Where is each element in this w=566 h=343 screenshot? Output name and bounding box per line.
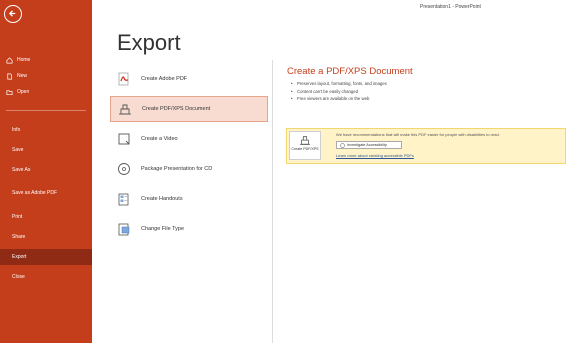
nav-label: New: [17, 73, 28, 79]
nav-label: Home: [17, 57, 31, 63]
nav-item-close[interactable]: Close: [0, 269, 92, 285]
nav-item-home[interactable]: Home: [0, 52, 92, 68]
nav-label: Info: [12, 127, 21, 133]
option-create-handouts[interactable]: Create Handouts: [110, 186, 268, 212]
nav-item-share[interactable]: Share: [0, 229, 92, 245]
nav-item-save-as-adobe-pdf[interactable]: Save as Adobe PDF: [0, 182, 70, 204]
bullet-item: Free viewers are available on the web: [291, 96, 387, 101]
nav-label: Save as Adobe PDF: [12, 189, 58, 196]
nav-label: Export: [12, 254, 27, 260]
nav-label: Save: [12, 147, 24, 153]
nav-label: Open: [17, 89, 30, 95]
option-label: Create Adobe PDF: [141, 76, 188, 82]
nav-divider: [6, 110, 86, 111]
investigate-accessibility-button[interactable]: Investigate Accessibility: [336, 141, 402, 149]
notice-text: We have recommendations that will make t…: [336, 132, 500, 137]
bullet-item: Content can't be easily changed: [291, 89, 387, 94]
nav-item-new[interactable]: New: [0, 68, 92, 84]
option-create-adobe-pdf[interactable]: Create Adobe PDF: [110, 66, 268, 92]
arrow-left-icon: [8, 10, 16, 17]
home-icon: [6, 56, 13, 63]
option-create-pdf-xps[interactable]: Create PDF/XPS Document: [110, 96, 268, 122]
create-pdf-xps-button[interactable]: Create PDF/XPS: [289, 131, 321, 160]
nav-item-print[interactable]: Print: [0, 209, 92, 225]
file-type-icon: [116, 221, 132, 237]
accessibility-icon: [340, 142, 345, 148]
investigate-label: Investigate Accessibility: [347, 143, 387, 147]
nav-label: Print: [12, 214, 23, 220]
option-label: Create PDF/XPS Document: [142, 106, 211, 112]
learn-more-link[interactable]: Learn more about creating accessible PDF…: [336, 153, 414, 158]
nav-item-export[interactable]: Export: [0, 249, 92, 265]
page-title: Export: [117, 30, 181, 55]
handouts-icon: [116, 191, 132, 207]
cd-icon: [116, 161, 132, 177]
back-button[interactable]: [4, 5, 22, 23]
detail-title: Create a PDF/XPS Document: [287, 66, 413, 77]
bullet-item: Preserves layout, formatting, fonts, and…: [291, 81, 387, 86]
detail-bullets: Preserves layout, formatting, fonts, and…: [291, 81, 387, 104]
nav-label: Save As: [12, 167, 31, 173]
nav-item-save-as[interactable]: Save As: [0, 162, 92, 178]
option-package-presentation-for-cd[interactable]: Package Presentation for CD: [110, 156, 268, 182]
folder-open-icon: [6, 89, 13, 95]
option-create-video[interactable]: Create a Video: [110, 126, 268, 152]
new-document-icon: [7, 73, 13, 79]
adobe-pdf-icon: [116, 71, 132, 87]
window-title: Presentation1 - PowerPoint: [420, 4, 481, 10]
pdf-xps-icon: [299, 136, 311, 145]
video-icon: [116, 131, 132, 147]
nav-label: Share: [12, 234, 26, 240]
nav-item-info[interactable]: Info: [0, 122, 92, 138]
option-label: Create Handouts: [141, 196, 183, 202]
nav-label: Close: [12, 274, 25, 280]
nav-item-open[interactable]: Open: [0, 84, 92, 100]
option-label: Create a Video: [141, 136, 178, 142]
create-pdf-xps-label: Create PDF/XPS: [291, 147, 319, 151]
option-label: Package Presentation for CD: [141, 166, 213, 172]
pdf-xps-icon: [117, 101, 133, 117]
backstage-sidebar: Home New Open Info Save Save As Save as …: [0, 0, 92, 343]
option-label: Change File Type: [141, 226, 185, 232]
panel-divider: [272, 60, 273, 343]
option-change-file-type[interactable]: Change File Type: [110, 216, 268, 242]
nav-item-save[interactable]: Save: [0, 142, 92, 158]
